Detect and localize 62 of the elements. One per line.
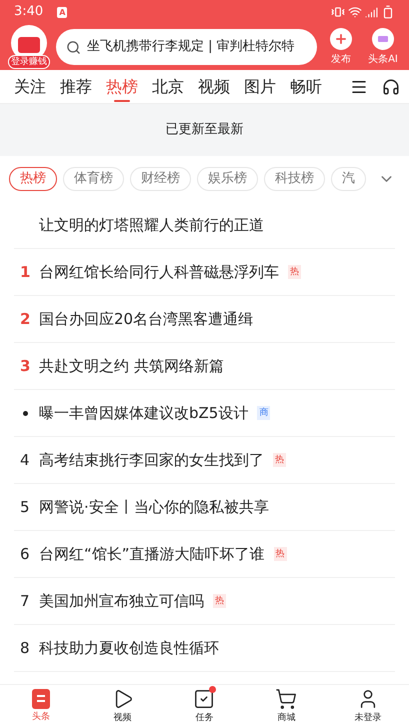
channel-tab[interactable]: 北京 (152, 70, 184, 104)
rank-number: 1 (20, 262, 30, 283)
notification-badge: A (57, 6, 68, 18)
headline-link[interactable]: 共赴文明之约 共筑网络新篇 (39, 354, 224, 378)
hot-tag: 热 (213, 594, 226, 608)
refresh-notice: 已更新至最新 (166, 121, 244, 140)
headline-link[interactable]: 国台办回应20名台湾黑客遭通缉 (39, 308, 254, 330)
cart-icon (275, 688, 298, 710)
login-button[interactable]: 登录赚钱 (8, 25, 50, 69)
hot-tag: 热 (274, 547, 287, 561)
channel-tab[interactable]: 畅听 (290, 70, 322, 104)
checkbox-icon (193, 688, 216, 710)
category-chip[interactable]: 热榜 (9, 167, 57, 191)
hot-tag: 热 (273, 453, 286, 467)
headline-link[interactable]: 高考结束挑行李回家的女生找到了 (39, 448, 264, 472)
headline-link[interactable]: 台网红“馆长”直播游大陆吓坏了谁 (39, 542, 265, 566)
category-chip[interactable]: 汽 (331, 167, 366, 191)
channel-tab[interactable]: 关注 (14, 70, 46, 104)
publish-button[interactable]: 发布 (323, 28, 359, 66)
ai-button[interactable]: 头条AI (365, 28, 401, 66)
bottom-nav-item[interactable]: 未登录 (338, 688, 398, 726)
bottom-nav-item[interactable]: 视频 (92, 688, 153, 726)
headline-link[interactable]: 台网红馆长给同行人科普磁悬浮列车 (39, 260, 279, 284)
rank-number: 8 (20, 638, 30, 659)
wifi-icon (348, 5, 362, 19)
battery-icon (381, 5, 395, 19)
bullet-icon (22, 410, 28, 416)
search-bar[interactable]: 坐飞机携带行李规定 | 审判杜特尔特 (56, 29, 317, 65)
rank-number: 7 (20, 590, 30, 612)
rank-number: 4 (20, 450, 30, 471)
headline-link[interactable]: 让文明的灯塔照耀人类前行的正道 (39, 214, 264, 236)
rank-number: 3 (20, 356, 30, 377)
rank-number: 6 (20, 544, 30, 565)
channel-tab[interactable]: 热榜 (106, 70, 138, 104)
category-chip[interactable]: 财经榜 (130, 167, 191, 191)
channel-tab[interactable]: 图片 (244, 70, 276, 104)
search-input[interactable]: 坐飞机携带行李规定 | 审判杜特尔特 (87, 37, 307, 57)
bottom-nav-item[interactable]: 头条 (10, 688, 71, 724)
rank-number: 2 (20, 308, 30, 330)
bottom-nav-item[interactable]: 商城 (256, 688, 316, 726)
vibrate-icon (331, 5, 345, 19)
category-chip[interactable]: 娱乐榜 (197, 167, 258, 191)
home-icon (32, 688, 50, 709)
headline-link[interactable]: 美国加州宣布独立可信吗 (39, 590, 204, 612)
bottom-nav-item[interactable]: 任务 (174, 688, 234, 726)
ai-icon (372, 28, 394, 50)
category-chip[interactable]: 科技榜 (264, 167, 325, 191)
login-label: 登录赚钱 (8, 55, 50, 69)
signal-icon (365, 6, 378, 18)
headline-link[interactable]: 曝一丰曾因媒体建议改bZ5设计 (39, 402, 248, 424)
headline-link[interactable]: 科技助力夏收创造良性循环 (39, 636, 219, 660)
plus-icon (330, 28, 352, 50)
headphones-icon[interactable] (382, 78, 400, 96)
status-time: 3:40 (14, 3, 44, 22)
category-chip[interactable]: 体育榜 (63, 167, 124, 191)
hot-tag: 热 (288, 265, 301, 279)
rank-number: 5 (20, 496, 30, 518)
headline-link[interactable]: 网警说·安全丨当心你的隐私被共享 (39, 496, 269, 518)
search-icon (66, 40, 81, 54)
ad-tag: 商 (257, 406, 270, 420)
channel-tab[interactable]: 推荐 (60, 70, 92, 104)
channel-tab[interactable]: 视频 (198, 70, 230, 104)
